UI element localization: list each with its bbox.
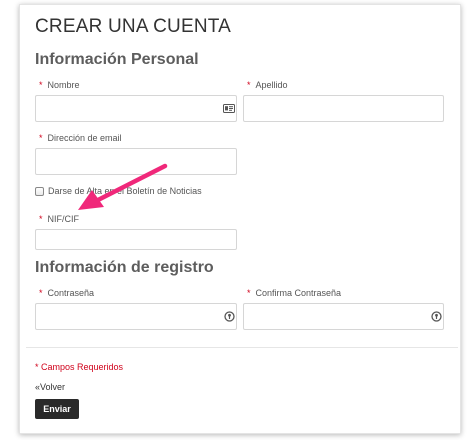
- back-link[interactable]: «Volver: [35, 382, 65, 392]
- last-name-input[interactable]: [243, 95, 444, 122]
- password-label: * Contraseña: [39, 288, 94, 298]
- first-name-label: * Nombre: [39, 80, 80, 90]
- submit-button[interactable]: Enviar: [35, 399, 79, 419]
- confirm-password-input[interactable]: [243, 303, 444, 330]
- last-name-label-text: Apellido: [255, 80, 288, 90]
- confirm-password-label-text: Confirma Contraseña: [255, 288, 342, 298]
- password-key-icon: [222, 309, 236, 323]
- contact-card-icon: [222, 101, 236, 115]
- required-fields-note: * Campos Requeridos: [35, 362, 124, 372]
- first-name-input[interactable]: [35, 95, 237, 122]
- password-key-icon: [429, 309, 443, 323]
- required-marker: *: [39, 288, 43, 298]
- required-marker: *: [247, 80, 251, 90]
- pink-arrow-icon: [78, 163, 168, 210]
- personal-info-heading: Información Personal: [35, 51, 199, 68]
- required-marker: *: [39, 80, 43, 90]
- email-label: * Dirección de email: [39, 133, 122, 143]
- password-label-text: Contraseña: [47, 288, 95, 298]
- required-marker: *: [247, 288, 251, 298]
- confirm-password-label: * Confirma Contraseña: [247, 288, 341, 298]
- first-name-label-text: Nombre: [47, 80, 80, 90]
- tax-id-input[interactable]: [35, 229, 237, 250]
- required-marker: *: [39, 133, 43, 143]
- last-name-label: * Apellido: [247, 80, 288, 90]
- page-title: CREAR UNA CUENTA: [35, 16, 232, 37]
- required-marker: *: [39, 214, 43, 224]
- footer-divider: [26, 347, 458, 348]
- newsletter-checkbox[interactable]: [35, 187, 44, 196]
- registration-info-heading: Información de registro: [35, 259, 214, 276]
- email-label-text: Dirección de email: [47, 133, 122, 143]
- password-input[interactable]: [35, 303, 237, 330]
